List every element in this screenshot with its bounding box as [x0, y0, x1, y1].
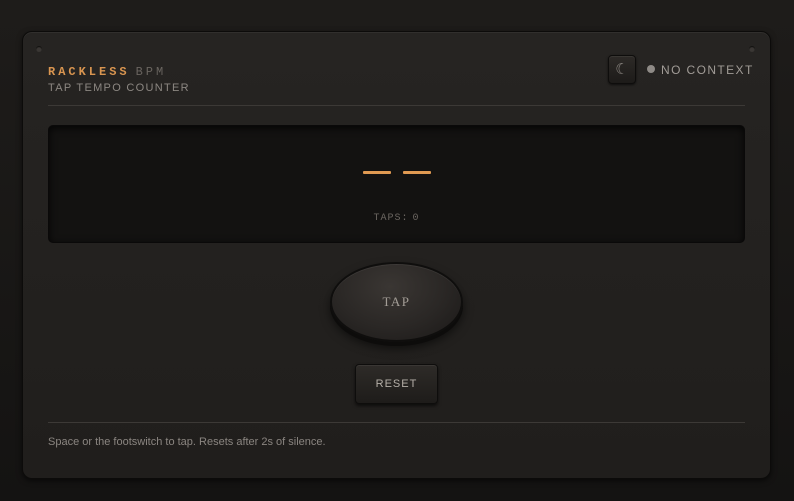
bpm-display: TAPS: 0	[48, 125, 745, 243]
tap-button[interactable]: TAP	[330, 262, 463, 342]
screw-left	[36, 46, 42, 52]
moon-icon: ☾	[615, 61, 629, 78]
footer-divider	[48, 422, 745, 423]
bpm-digit-placeholder-2	[403, 171, 431, 174]
brand-suffix: BPM	[135, 65, 167, 79]
tempo-panel: RACKLESS BPM TAP TEMPO COUNTER ☾ NO CONTE…	[22, 31, 771, 479]
brand-title: RACKLESS BPM	[48, 65, 166, 79]
taps-count: 0	[412, 213, 420, 224]
taps-counter: TAPS: 0	[49, 213, 744, 224]
brand-name: RACKLESS	[48, 65, 130, 79]
reset-button[interactable]: RESET	[355, 364, 438, 404]
page-subtitle: TAP TEMPO COUNTER	[48, 82, 190, 94]
bpm-digit-placeholder-1	[363, 171, 391, 174]
screw-right	[749, 46, 755, 52]
status-indicator	[647, 65, 655, 73]
theme-toggle-button[interactable]: ☾	[608, 55, 636, 84]
status-text: NO CONTEXT	[661, 63, 754, 77]
footer-hint: Space or the footswitch to tap. Resets a…	[48, 436, 326, 448]
header-divider	[48, 105, 745, 106]
taps-label: TAPS:	[373, 213, 409, 224]
